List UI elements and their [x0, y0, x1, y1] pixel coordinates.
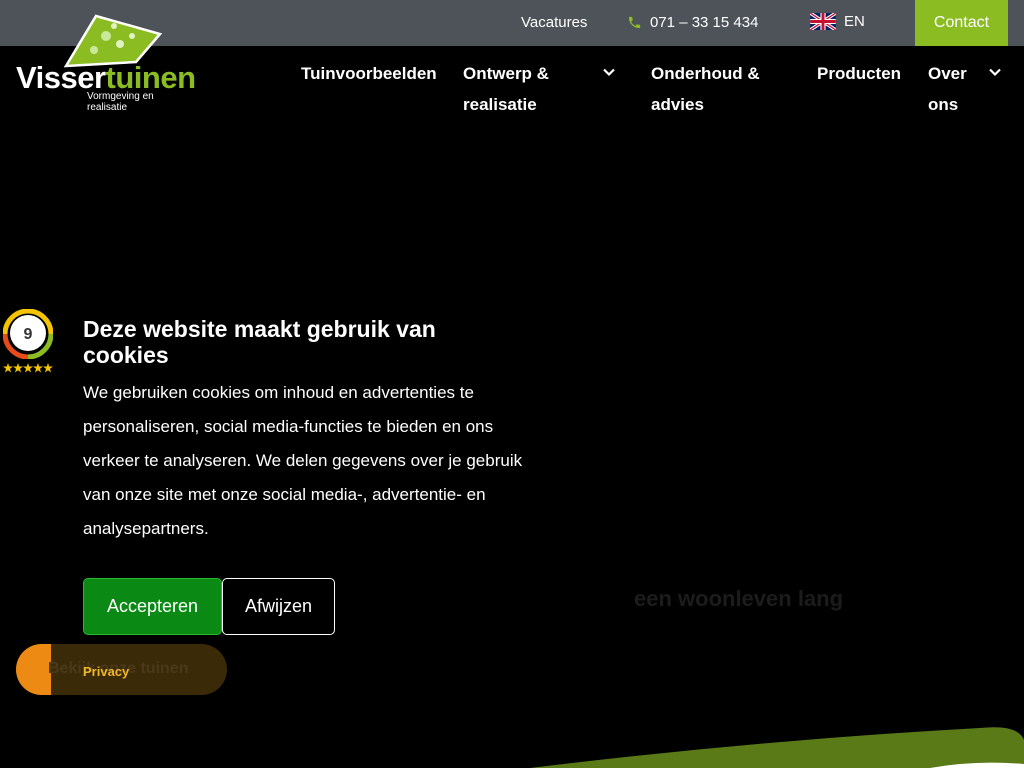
star-icon: [3, 363, 53, 373]
nav-item-over-ons[interactable]: Over ons: [928, 58, 978, 120]
cookie-title: Deze website maakt gebruik van cookies: [83, 316, 436, 368]
logo[interactable]: Vissertuinen Vormgeving en realisatie: [14, 14, 196, 113]
contact-button[interactable]: Contact: [915, 0, 1008, 46]
reject-cookies-button[interactable]: Afwijzen: [222, 578, 335, 635]
phone-number: 071 – 33 15 434: [650, 14, 759, 31]
view-gardens-button[interactable]: Bekijk onze tuinen Privacy: [16, 644, 227, 695]
privacy-tab-accent: [16, 644, 51, 695]
logo-tagline: Vormgeving en realisatie: [87, 91, 154, 113]
green-wave-decoration: [530, 727, 1024, 768]
accept-cookies-button[interactable]: Accepteren: [83, 578, 222, 635]
rating-ring-icon: 9: [2, 308, 54, 360]
uk-flag-icon: [810, 13, 836, 30]
language-label: EN: [844, 13, 865, 30]
cookie-text: We gebruiken cookies om inhoud en advert…: [83, 383, 523, 538]
phone-icon: [628, 16, 641, 29]
phone-link[interactable]: 071 – 33 15 434: [627, 14, 758, 31]
vacatures-link[interactable]: Vacatures: [521, 14, 587, 31]
hero-slogan: een woonleven lang: [634, 586, 844, 611]
nav-item-ontwerp-realisatie[interactable]: Ontwerp & realisatie: [463, 58, 573, 120]
rating-badge[interactable]: 9: [2, 308, 54, 373]
privacy-link[interactable]: Privacy: [83, 664, 129, 679]
chevron-down-icon[interactable]: [988, 65, 1002, 79]
nav-item-producten[interactable]: Producten: [817, 58, 901, 89]
chevron-down-icon[interactable]: [602, 65, 616, 79]
language-switcher[interactable]: EN: [810, 13, 865, 30]
nav-item-onderhoud-advies[interactable]: Onderhoud & advies: [651, 58, 776, 120]
nav-item-tuinvoorbeelden[interactable]: Tuinvoorbeelden: [301, 58, 437, 89]
rating-score: 9: [24, 326, 33, 343]
